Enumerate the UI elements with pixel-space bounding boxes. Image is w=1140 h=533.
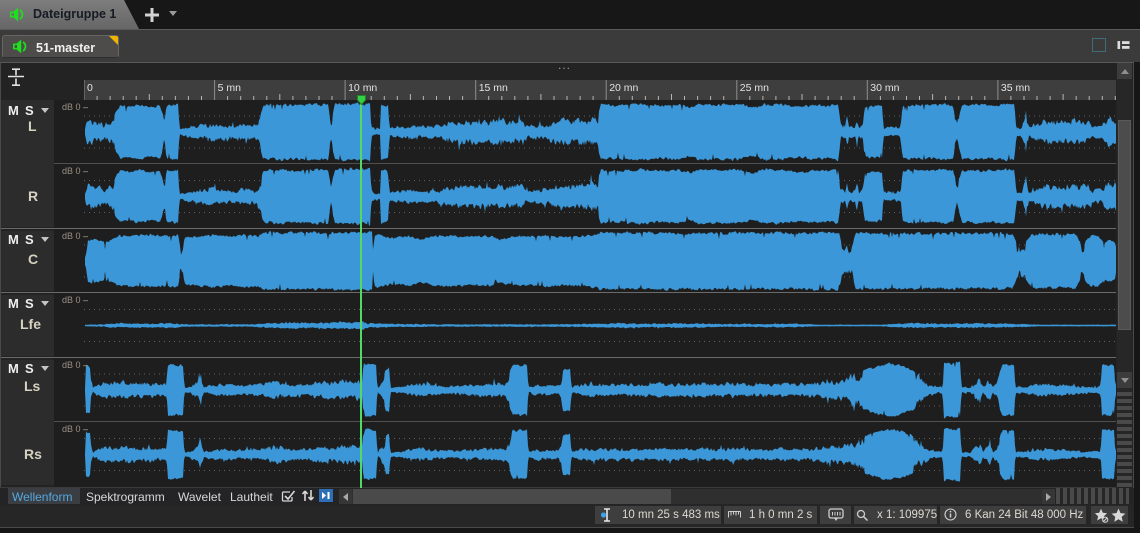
- svg-text:20 mn: 20 mn: [609, 82, 638, 94]
- svg-text:10 mn: 10 mn: [348, 82, 377, 94]
- svg-text:5 mn: 5 mn: [218, 82, 242, 94]
- svg-text:15 mn: 15 mn: [479, 82, 508, 94]
- svg-text:25 mn: 25 mn: [740, 82, 769, 94]
- svg-text:0: 0: [87, 82, 93, 94]
- svg-text:30 mn: 30 mn: [870, 82, 899, 94]
- svg-text:35 mn: 35 mn: [1001, 82, 1030, 94]
